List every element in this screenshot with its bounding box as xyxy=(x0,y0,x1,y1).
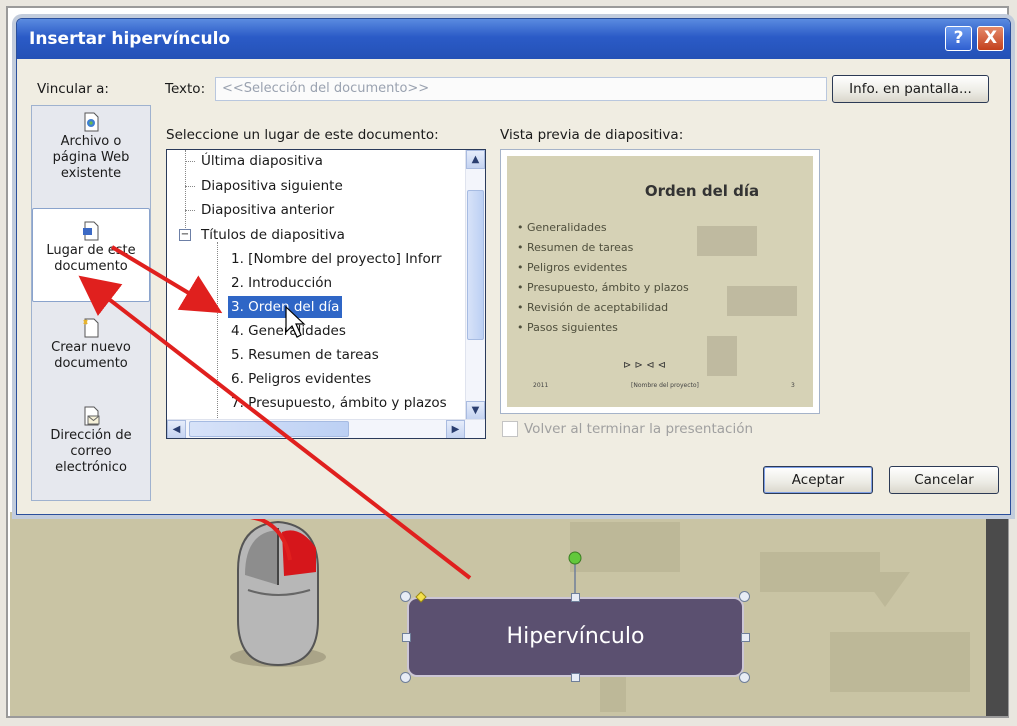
resize-handle-bottom[interactable] xyxy=(571,673,580,682)
resize-handle-left[interactable] xyxy=(402,633,411,642)
scroll-thumb-vertical[interactable] xyxy=(467,190,484,340)
preview-bullet: • Peligros evidentes xyxy=(517,261,628,274)
link-place-l1: Lugar de este xyxy=(46,243,136,258)
preview-bullet: • Presupuesto, ámbito y plazos xyxy=(517,281,689,294)
cancel-button[interactable]: Cancelar xyxy=(889,466,999,494)
tree-branch xyxy=(185,210,195,211)
scroll-down-icon[interactable]: ▼ xyxy=(466,401,485,420)
preview-footer-center: [Nombre del proyecto] xyxy=(631,382,699,389)
preview-bullet: • Pasos siguientes xyxy=(517,321,618,334)
resize-handle-bl[interactable] xyxy=(400,672,411,683)
resize-handle-top[interactable] xyxy=(571,593,580,602)
tree-branch xyxy=(185,186,195,187)
slide-preview: Orden del día • Generalidades • Resumen … xyxy=(500,149,820,414)
preview-bullet-text: Peligros evidentes xyxy=(527,261,628,274)
preview-bullet: • Resumen de tareas xyxy=(517,241,634,254)
preview-bullet-text: Presupuesto, ámbito y plazos xyxy=(527,281,689,294)
link-new-document[interactable]: Crear nuevo documento xyxy=(32,318,150,388)
tree-item-slide-6[interactable]: 6. Peligros evidentes xyxy=(231,368,371,390)
link-to-bar: Archivo o página Web existente Lugar de … xyxy=(31,105,151,501)
resize-handle-right[interactable] xyxy=(741,633,750,642)
preview-bullet-text: Revisión de aceptabilidad xyxy=(527,301,669,314)
tree-expander-icon[interactable]: − xyxy=(179,229,191,241)
new-document-icon xyxy=(83,318,99,338)
tree-item-slide-4[interactable]: 4. Generalidades xyxy=(231,320,346,342)
display-text-field[interactable]: <<Selección del documento>> xyxy=(215,77,827,101)
tree-item-slide-2[interactable]: 2. Introducción xyxy=(231,272,332,294)
help-button[interactable]: ? xyxy=(945,26,972,51)
return-after-show-checkbox[interactable] xyxy=(502,421,518,437)
tree-item-slide-1[interactable]: 1. [Nombre del proyecto] Inforr xyxy=(231,248,442,270)
preview-slide: Orden del día • Generalidades • Resumen … xyxy=(507,156,813,407)
close-button[interactable]: X xyxy=(977,26,1004,51)
ok-button[interactable]: Aceptar xyxy=(763,466,873,494)
link-email-l1: Dirección de xyxy=(50,428,132,443)
link-existing-file-l3: existente xyxy=(60,166,122,181)
tree-item-next-slide[interactable]: Diapositiva siguiente xyxy=(201,175,343,197)
link-new-doc-l2: documento xyxy=(54,356,128,371)
link-email-address[interactable]: Dirección de correo electrónico xyxy=(32,406,150,496)
insert-hyperlink-dialog: Insertar hipervínculo ? X Vincular a: Te… xyxy=(16,18,1011,515)
link-place-l2: documento xyxy=(54,259,128,274)
link-place-in-document[interactable]: Lugar de este documento xyxy=(32,208,150,302)
preview-nav-buttons: ⊳ ⊳ ⊲ ⊲ xyxy=(623,360,667,371)
document-place-tree[interactable]: Última diapositiva Diapositiva siguiente… xyxy=(166,149,486,439)
preview-slide-bullets: • Generalidades • Resumen de tareas • Pe… xyxy=(517,218,689,338)
preview-bullet: • Generalidades xyxy=(517,221,607,234)
preview-slide-title: Orden del día xyxy=(644,182,760,200)
dialog-title: Insertar hipervínculo xyxy=(29,29,231,49)
link-existing-file-l1: Archivo o xyxy=(60,134,122,149)
tree-guide-sub xyxy=(217,242,218,420)
tree-vertical-scrollbar[interactable]: ▲ ▼ xyxy=(465,150,485,420)
resize-handle-tl[interactable] xyxy=(400,591,411,602)
web-file-icon xyxy=(84,112,99,132)
scroll-right-icon[interactable]: ▶ xyxy=(446,420,465,438)
preview-bullet-text: Pasos siguientes xyxy=(527,321,618,334)
return-after-show-label: Volver al terminar la presentación xyxy=(524,421,754,437)
scroll-left-icon[interactable]: ◀ xyxy=(167,420,186,438)
tree-branch xyxy=(185,161,195,162)
link-existing-file-l2: página Web xyxy=(52,150,130,165)
slide-preview-label: Vista previa de diapositiva: xyxy=(500,127,684,143)
link-existing-file[interactable]: Archivo o página Web existente xyxy=(32,112,150,202)
select-place-label: Seleccione un lugar de este documento: xyxy=(166,127,439,143)
preview-bullet-text: Resumen de tareas xyxy=(527,241,634,254)
tree-guide xyxy=(185,150,186,230)
resize-handle-tr[interactable] xyxy=(739,591,750,602)
link-email-l2: correo xyxy=(70,444,112,459)
email-icon xyxy=(84,406,100,426)
slide-edge xyxy=(986,512,1008,716)
tree-horizontal-scrollbar[interactable]: ◀ ▶ xyxy=(167,419,485,438)
tree-item-slide-7[interactable]: 7. Presupuesto, ámbito y plazos xyxy=(231,392,447,414)
tree-item-previous-slide[interactable]: Diapositiva anterior xyxy=(201,199,334,221)
slide-flow-graphic xyxy=(697,226,797,376)
tree-item-last-slide[interactable]: Última diapositiva xyxy=(201,150,323,172)
preview-footer-left: 2011 xyxy=(533,382,549,389)
scroll-up-icon[interactable]: ▲ xyxy=(466,150,485,169)
screentip-button[interactable]: Info. en pantalla... xyxy=(832,75,989,103)
resize-handle-br[interactable] xyxy=(739,672,750,683)
link-to-label: Vincular a: xyxy=(37,81,109,97)
document-place-icon xyxy=(83,221,99,241)
preview-footer-right: 3 xyxy=(791,382,795,389)
preview-bullet-text: Generalidades xyxy=(527,221,607,234)
tree-item-slide-titles[interactable]: Títulos de diapositiva xyxy=(201,224,345,246)
tree-item-slide-3[interactable]: 3. Orden del día xyxy=(228,296,343,318)
preview-bullet: • Revisión de aceptabilidad xyxy=(517,301,669,314)
dialog-titlebar[interactable]: Insertar hipervínculo ? X xyxy=(17,19,1010,59)
hyperlink-shape[interactable]: Hipervínculo xyxy=(407,597,744,677)
link-new-doc-l1: Crear nuevo xyxy=(51,340,131,355)
tree-item-slide-5[interactable]: 5. Resumen de tareas xyxy=(231,344,379,366)
text-label: Texto: xyxy=(165,81,206,97)
scroll-thumb-horizontal[interactable] xyxy=(189,421,349,437)
link-email-l3: electrónico xyxy=(55,460,127,475)
